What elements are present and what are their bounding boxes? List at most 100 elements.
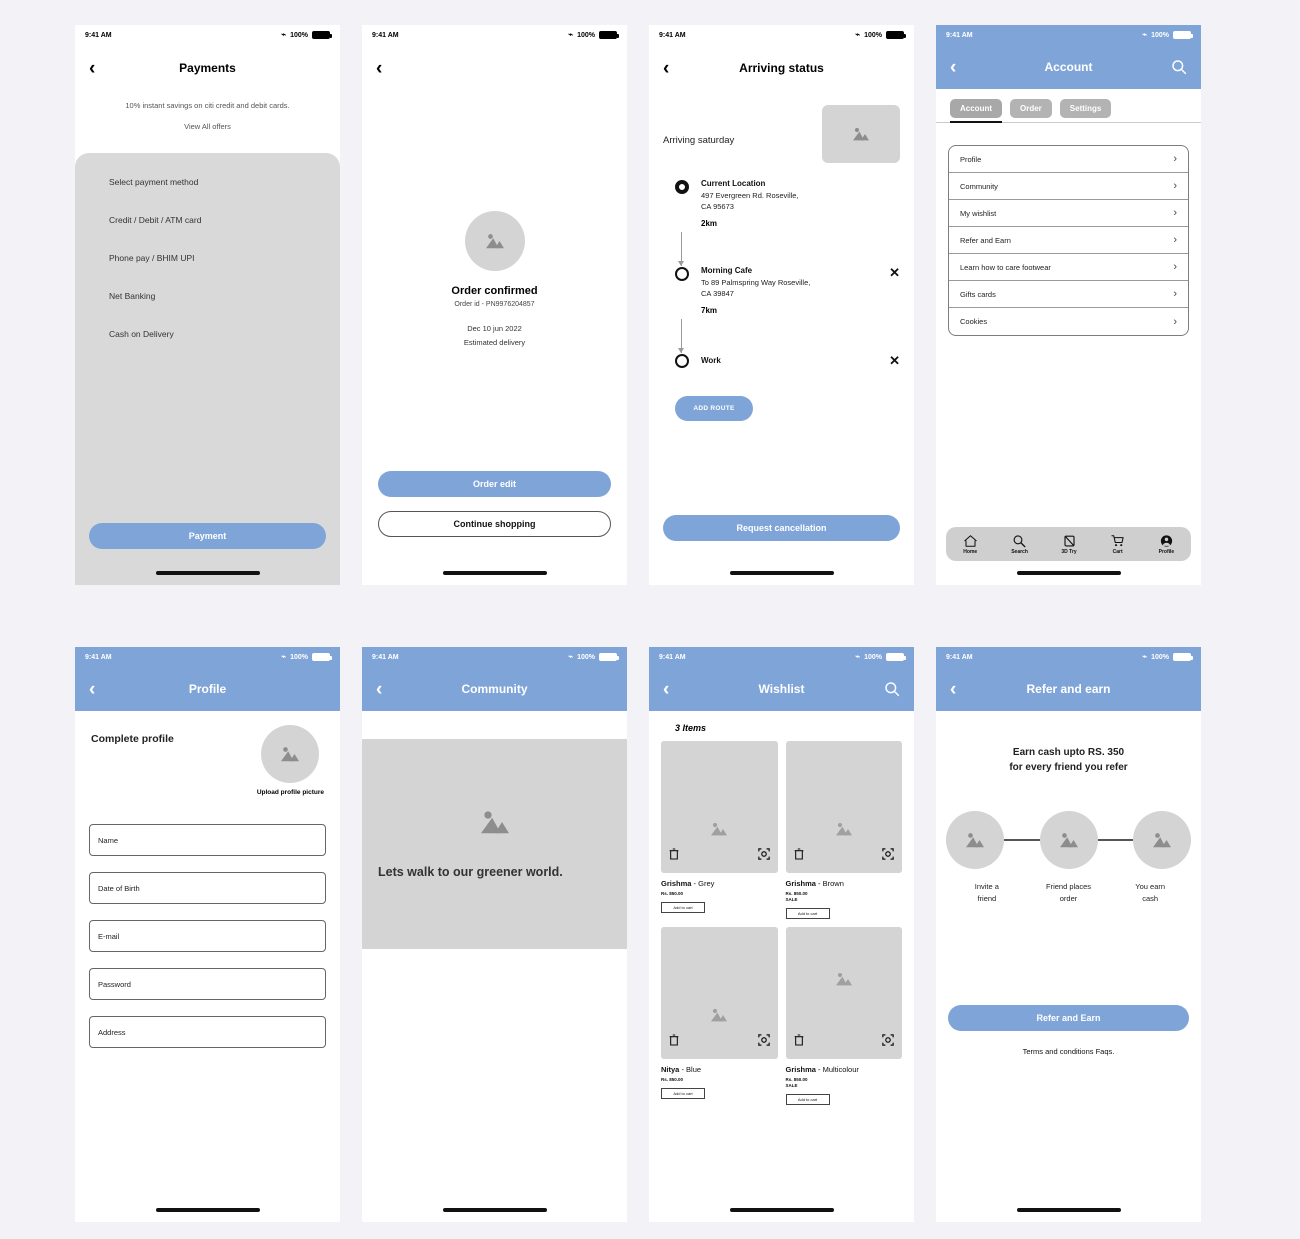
route-stop[interactable]: Current Location 497 Evergreen Rd. Rosev… <box>675 179 900 232</box>
search-icon[interactable] <box>1171 59 1187 75</box>
tab-settings[interactable]: Settings <box>1059 99 1112 118</box>
password-field[interactable]: Password <box>89 968 326 1000</box>
account-row-cookies[interactable]: Cookies › <box>949 308 1188 335</box>
battery-percent: 100% <box>1151 653 1169 661</box>
route-stop[interactable]: Work ✕ <box>675 353 900 372</box>
product-brand: Grishma <box>785 879 816 888</box>
chevron-right-icon: › <box>1173 234 1177 246</box>
page-title: Payments <box>179 61 236 75</box>
payment-button[interactable]: Payment <box>89 523 326 549</box>
product-variant: - Multicolour <box>818 1065 859 1074</box>
product-image-placeholder[interactable] <box>785 741 902 873</box>
status-bar: 9:41 AM ⌁ 100% <box>936 647 1201 667</box>
back-icon[interactable]: ‹ <box>663 680 681 699</box>
back-icon[interactable]: ‹ <box>950 58 968 77</box>
remove-stop-icon[interactable]: ✕ <box>889 266 900 315</box>
continue-shopping-button[interactable]: Continue shopping <box>378 511 611 537</box>
add-route-button[interactable]: ADD ROUTE <box>675 395 753 421</box>
step-connector <box>1004 839 1040 841</box>
bluetooth-icon: ⌁ <box>281 652 287 661</box>
add-to-cart-button[interactable]: Add to cart <box>785 1094 830 1105</box>
tab-account[interactable]: Account <box>950 99 1002 123</box>
stop-name: Current Location <box>701 179 766 188</box>
nav-profile[interactable]: Profile <box>1159 534 1174 555</box>
account-row-community[interactable]: Community › <box>949 173 1188 200</box>
date-of-birth-field[interactable]: Date of Birth <box>89 872 326 904</box>
page-title: Refer and earn <box>1026 682 1111 696</box>
add-to-cart-button[interactable]: Add to cart <box>785 908 830 919</box>
tab-order[interactable]: Order <box>1010 99 1052 118</box>
remove-stop-icon[interactable]: ✕ <box>889 354 900 367</box>
payment-method-card[interactable]: Credit / Debit / ATM card <box>75 215 340 225</box>
payment-method-netbanking[interactable]: Net Banking <box>75 291 340 301</box>
payment-method-cod[interactable]: Cash on Delivery <box>75 329 340 339</box>
account-row-refer-and-earn[interactable]: Refer and Earn › <box>949 227 1188 254</box>
back-icon[interactable]: ‹ <box>376 59 394 78</box>
wishlist-item[interactable]: Nitya - Blue Rs. 850.00 Add to cart <box>661 927 778 1105</box>
account-row-my-wishlist[interactable]: My wishlist › <box>949 200 1188 227</box>
status-time: 9:41 AM <box>946 31 973 39</box>
email-field[interactable]: E-mail <box>89 920 326 952</box>
product-image-placeholder[interactable] <box>661 927 778 1059</box>
product-variant: - Blue <box>681 1065 702 1074</box>
nav-3d-try[interactable]: 3D Try <box>1061 534 1077 555</box>
ar-view-icon[interactable] <box>882 847 894 865</box>
product-image-placeholder[interactable] <box>785 927 902 1059</box>
add-to-cart-button[interactable]: Add to cart <box>661 902 705 913</box>
product-price: Rs. 850.00 <box>785 1077 808 1082</box>
nav-cart[interactable]: Cart <box>1110 534 1125 555</box>
screen-profile: 9:41 AM ⌁ 100% ‹ Profile Complete profil… <box>75 647 340 1222</box>
account-row-profile[interactable]: Profile › <box>949 146 1188 173</box>
delete-icon[interactable] <box>794 847 804 865</box>
route-stop[interactable]: Morning Cafe To 89 Palmspring Way Rosevi… <box>675 266 900 319</box>
wishlist-grid: Grishma - Grey Rs. 850.00 Add to cart Gr… <box>649 741 914 1105</box>
status-time: 9:41 AM <box>372 31 399 39</box>
delete-icon[interactable] <box>669 847 679 865</box>
status-bar: 9:41 AM ⌁ 100% <box>936 25 1201 45</box>
chevron-right-icon: › <box>1173 180 1177 192</box>
name-field[interactable]: Name <box>89 824 326 856</box>
refer-and-earn-button[interactable]: Refer and Earn <box>948 1005 1189 1031</box>
ar-view-icon[interactable] <box>757 1033 770 1051</box>
wishlist-item[interactable]: Grishma - Multicolour Rs. 850.00 SALE Ad… <box>785 927 902 1105</box>
account-row-learn-care-footwear[interactable]: Learn how to care footwear › <box>949 254 1188 281</box>
ar-view-icon[interactable] <box>882 1033 894 1051</box>
arriving-summary: Arriving saturday <box>649 91 914 163</box>
add-to-cart-button[interactable]: Add to cart <box>661 1088 705 1099</box>
stop-marker-filled-icon <box>675 180 689 194</box>
wishlist-item[interactable]: Grishma - Brown Rs. 850.00 SALE Add to c… <box>785 741 902 919</box>
home-indicator <box>729 571 834 575</box>
address-field[interactable]: Address <box>89 1016 326 1048</box>
back-icon[interactable]: ‹ <box>663 59 681 78</box>
screen-arriving-status: 9:41 AM ⌁ 100% ‹ Arriving status Arrivin… <box>649 25 914 585</box>
back-icon[interactable]: ‹ <box>89 59 107 78</box>
nav-search[interactable]: Search <box>1011 534 1028 555</box>
order-edit-button[interactable]: Order edit <box>378 471 611 497</box>
product-name: Nitya - Blue <box>661 1065 778 1074</box>
bluetooth-icon: ⌁ <box>1142 30 1148 39</box>
arriving-image-placeholder <box>822 105 900 163</box>
product-image-placeholder[interactable] <box>661 741 778 873</box>
home-indicator <box>155 1208 260 1212</box>
ar-view-icon[interactable] <box>757 847 770 865</box>
search-icon[interactable] <box>884 681 900 697</box>
upload-profile-picture[interactable]: Upload profile picture <box>257 725 324 796</box>
back-icon[interactable]: ‹ <box>376 680 394 699</box>
wishlist-item[interactable]: Grishma - Grey Rs. 850.00 Add to cart <box>661 741 778 919</box>
product-brand: Nitya <box>661 1065 680 1074</box>
payment-method-upi[interactable]: Phone pay / BHIM UPI <box>75 253 340 263</box>
back-icon[interactable]: ‹ <box>89 680 107 699</box>
back-icon[interactable]: ‹ <box>950 680 968 699</box>
order-id: Order id - PN9976204857 <box>454 301 535 308</box>
account-row-gift-cards[interactable]: Gifts cards › <box>949 281 1188 308</box>
page-title: Arriving status <box>739 61 824 75</box>
payment-methods-panel: Select payment method Credit / Debit / A… <box>75 153 340 585</box>
terms-and-conditions-link[interactable]: Terms and conditions Faqs. <box>936 1047 1201 1056</box>
delete-icon[interactable] <box>794 1033 804 1051</box>
request-cancellation-button[interactable]: Request cancellation <box>663 515 900 541</box>
delete-icon[interactable] <box>669 1033 679 1051</box>
view-all-offers-link[interactable]: View All offers <box>75 122 340 131</box>
community-card[interactable]: Lets walk to our greener world. <box>362 739 627 949</box>
nav-home[interactable]: Home <box>963 534 978 555</box>
bottom-nav: Home Search 3D Try Cart Profile <box>946 527 1191 561</box>
